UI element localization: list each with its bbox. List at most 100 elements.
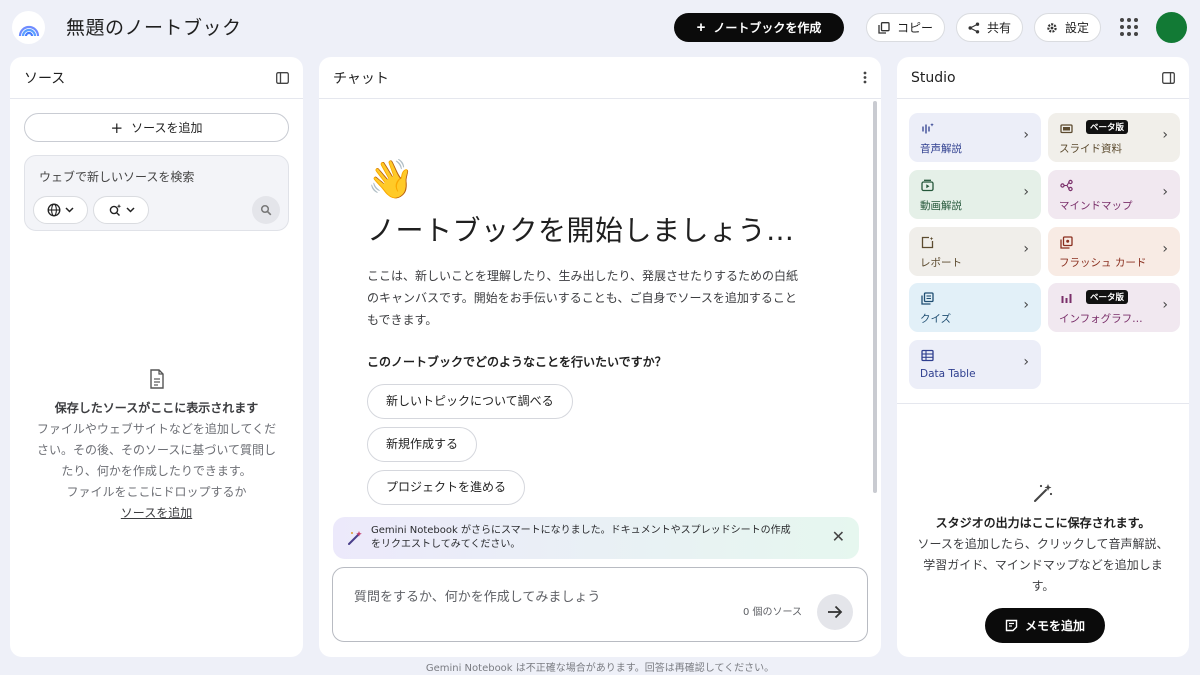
chat-welcome: 👋 ノートブックを開始しましょう… ここは、新しいことを理解したり、生み出したり… [367,157,827,505]
tile-label: フラッシュ カード [1059,257,1147,269]
research-mode-chip[interactable] [93,196,149,224]
tile-label: 動画解説 [920,200,962,212]
suggestion-advance-project[interactable]: プロジェクトを進める [367,470,526,505]
studio-tile-slides[interactable]: ベータ版 スライド資料 › [1048,113,1180,162]
send-button[interactable] [817,594,853,630]
studio-empty-state: スタジオの出力はここに保存されます。 ソースを追加したら、クリックして音声解説、… [897,482,1189,597]
collapse-panel-icon[interactable] [276,71,289,84]
tile-label: 音声解説 [920,143,962,155]
footer-disclaimer: Gemini Notebook は不正確な場合があります。回答は再確認してくださ… [425,663,775,674]
search-sparkle-icon [109,204,121,216]
audio-wave-icon [922,123,934,134]
studio-tile-data-table[interactable]: Data Table › [909,340,1041,389]
studio-tile-audio-overview[interactable]: 音声解説 › [909,113,1041,162]
bar-chart-icon [1061,294,1072,303]
studio-empty-text: す。 [1031,579,1055,593]
chat-header: チャット [319,57,881,99]
table-icon [921,349,934,362]
tile-label: スライド資料 [1059,143,1122,155]
share-label: 共有 [986,21,1011,35]
top-bar: 無題のノートブック + ノートブックを作成 コピー 共有 設定 [0,0,1200,56]
copy-label: コピー [896,21,933,35]
chevron-right-icon: › [1023,127,1029,143]
add-source-label: ソースを追加 [131,121,203,135]
chat-scrollbar[interactable] [873,101,877,493]
create-notebook-button[interactable]: + ノートブックを作成 [674,13,844,42]
copy-button[interactable]: コピー [866,13,945,42]
document-icon [149,369,164,389]
studio-empty-text: ソースを追加したら、クリックして音声解説、 [917,537,1169,551]
gear-icon [1047,22,1057,33]
banner-text-line: Gemini Notebook がさらにスマートになりました。ドキュメントやスプ… [371,525,791,536]
chat-description: ここは、新しいことを理解したり、生み出したり、発展させたりするための白紙 のキャ… [367,265,817,331]
chevron-right-icon: › [1162,241,1168,257]
chat-description-line: ここは、新しいことを理解したり、生み出したり、発展させたりするための白紙 [367,269,799,283]
chat-headline: ノートブックを開始しましょう… [367,214,795,247]
plus-icon: + [696,18,706,36]
studio-tile-mind-map[interactable]: マインドマップ › [1048,170,1180,219]
studio-tile-video-overview[interactable]: 動画解説 › [909,170,1041,219]
sources-empty-state: 保存したソースがここに表示されます ファイルやウェブサイトなどを追加してくだ さ… [10,369,303,524]
search-submit-button[interactable] [252,196,280,224]
studio-empty-text: 学習ガイド、マインドマップなどを追加しま [923,558,1163,572]
sources-empty-text: ファイルやウェブサイトなどを追加してくだ [36,422,277,436]
chat-question: このノートブックでどのようなことを行いたいですか？ [367,355,667,369]
banner-text: Gemini Notebook がさらにスマートになりました。ドキュメントやスプ… [371,524,819,552]
tile-label: Data Table [920,368,976,380]
chevron-right-icon: › [1162,297,1168,313]
video-icon [921,179,934,192]
source-count: 0 個のソース [742,607,802,618]
sources-header: ソース [10,57,303,99]
suggestion-list: 新しいトピックについて調べる 新規作成する プロジェクトを進める [367,370,827,505]
suggestion-create-new[interactable]: 新規作成する [367,427,478,462]
share-button[interactable]: 共有 [956,13,1023,42]
studio-divider [897,403,1189,404]
notebook-title[interactable]: 無題のノートブック [66,13,242,40]
note-icon [1005,619,1018,632]
chat-panel: チャット 👋 ノートブックを開始しましょう… ここは、新しいことを理解したり、生… [319,57,881,657]
studio-empty-title: スタジオの出力はここに保存されます。 [935,516,1151,530]
report-icon [921,236,934,249]
logo-icon [18,25,39,36]
studio-tile-infographic[interactable]: ベータ版 インフォグラフ… › [1048,283,1180,332]
more-vert-icon[interactable] [863,71,867,84]
add-source-link[interactable]: ソースを追加 [121,506,192,520]
sources-title: ソース [24,70,66,87]
web-search-input[interactable]: ウェブで新しいソースを検索 [39,168,194,185]
tile-label: インフォグラフ… [1059,313,1143,325]
sources-panel: ソース + ソースを追加 ウェブで新しいソースを検索 保存したソースがここに表示… [10,57,303,657]
web-source-chip[interactable] [33,196,88,224]
chevron-down-icon [65,207,74,213]
chat-input[interactable]: 質問をするか、何かを作成してみましょう [354,586,600,605]
banner-text-line: をリクエストしてみてください。 [371,539,521,550]
flashcard-icon [1060,236,1073,249]
magic-wand-icon [1034,484,1053,502]
settings-button[interactable]: 設定 [1034,13,1101,42]
chevron-right-icon: › [1023,184,1029,200]
notebook-logo[interactable] [12,11,45,44]
waving-hand-icon: 👋 [367,157,415,201]
collapse-panel-icon[interactable] [1162,71,1175,84]
studio-tile-report[interactable]: レポート › [909,227,1041,276]
add-source-button[interactable]: + ソースを追加 [24,113,289,142]
chevron-right-icon: › [1162,127,1168,143]
apps-grid-icon[interactable] [1120,18,1138,36]
settings-label: 設定 [1064,21,1089,35]
add-memo-button[interactable]: メモを追加 [985,608,1105,643]
magic-wand-icon [348,531,362,545]
plus-icon: + [110,118,124,137]
chat-description-line: もできます。 [367,313,438,327]
suggestion-research-topic[interactable]: 新しいトピックについて調べる [367,384,573,419]
arrow-right-icon [828,605,843,619]
chat-description-line: のキャンバスです。開始をお手伝いすることも、ご自身でソースを追加すること [367,291,797,305]
studio-tile-quiz[interactable]: クイズ › [909,283,1041,332]
chat-input-box: 質問をするか、何かを作成してみましょう 0 個のソース [332,567,868,642]
studio-tile-flashcards[interactable]: フラッシュ カード › [1048,227,1180,276]
avatar[interactable] [1156,12,1187,43]
globe-icon [47,203,61,217]
sources-empty-text: さい。その後、そのソースに基づいて質問し [36,443,277,457]
close-icon[interactable]: ✕ [832,529,845,545]
studio-title: Studio [911,69,956,86]
sources-empty-text: たり、何かを作成したりできます。 [61,464,252,478]
share-icon [968,22,980,33]
